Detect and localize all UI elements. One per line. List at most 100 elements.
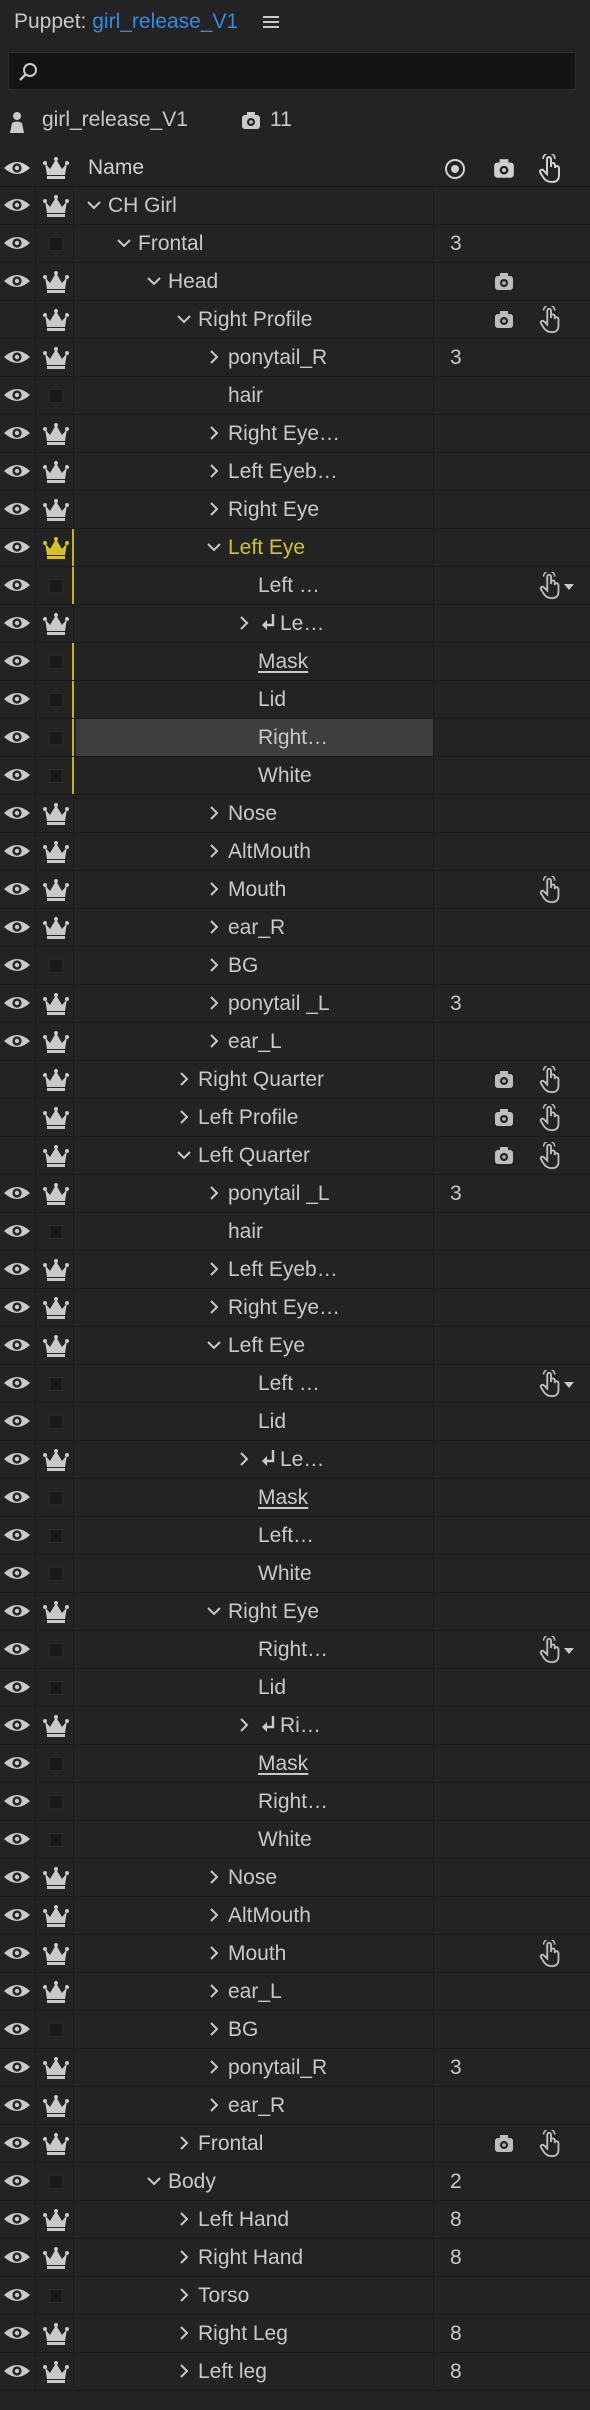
origin-cell[interactable]: 3 xyxy=(434,1175,484,1212)
trigger-cell[interactable] xyxy=(524,301,586,338)
visibility-toggle[interactable] xyxy=(0,1099,36,1136)
origin-cell[interactable] xyxy=(434,1403,484,1440)
origin-cell[interactable] xyxy=(434,529,484,566)
camera-cell[interactable] xyxy=(484,2315,524,2352)
trigger-cell[interactable] xyxy=(524,985,586,1022)
visibility-toggle[interactable] xyxy=(0,1403,36,1440)
chevron-right-icon[interactable] xyxy=(176,2210,192,2228)
visibility-toggle[interactable] xyxy=(0,1289,36,1326)
chevron-down-icon[interactable] xyxy=(146,2172,162,2190)
layer-name-cell[interactable]: Left Hand xyxy=(76,2201,434,2238)
layer-name-cell[interactable]: ear_R xyxy=(76,909,434,946)
visibility-toggle[interactable] xyxy=(0,339,36,376)
independent-toggle[interactable] xyxy=(38,1859,74,1896)
camera-cell[interactable] xyxy=(484,1137,524,1174)
layer-row[interactable]: Left Quarter xyxy=(0,1137,590,1175)
search-input[interactable] xyxy=(8,52,576,90)
origin-cell[interactable] xyxy=(434,947,484,984)
layer-row[interactable]: Left Hand 8 xyxy=(0,2201,590,2239)
independent-toggle[interactable] xyxy=(38,2087,74,2124)
layer-name-cell[interactable]: ponytail _L xyxy=(76,1175,434,1212)
layer-row[interactable]: Right Eye xyxy=(0,1593,590,1631)
origin-cell[interactable] xyxy=(434,1897,484,1934)
independent-toggle[interactable] xyxy=(38,1669,74,1706)
trigger-cell[interactable] xyxy=(524,1251,586,1288)
origin-cell[interactable] xyxy=(434,1023,484,1060)
layer-row[interactable]: Right Leg 8 xyxy=(0,2315,590,2353)
puppet-doc-link[interactable]: girl_release_V1 xyxy=(92,10,238,33)
origin-cell[interactable] xyxy=(434,1745,484,1782)
origin-cell[interactable] xyxy=(434,1061,484,1098)
camera-cell[interactable] xyxy=(484,1859,524,1896)
layer-row[interactable]: White xyxy=(0,757,590,795)
origin-cell[interactable] xyxy=(434,567,484,604)
camera-cell[interactable] xyxy=(484,2353,524,2390)
independent-toggle[interactable] xyxy=(38,263,74,300)
visibility-toggle[interactable] xyxy=(0,1365,36,1402)
independent-toggle[interactable] xyxy=(38,719,74,756)
chevron-right-icon[interactable] xyxy=(176,2248,192,2266)
visibility-toggle[interactable] xyxy=(0,377,36,414)
trigger-cell[interactable] xyxy=(524,225,586,262)
name-column-header[interactable]: Name xyxy=(88,156,144,180)
independent-toggle[interactable] xyxy=(38,187,74,224)
visibility-toggle[interactable] xyxy=(0,2201,36,2238)
layer-row[interactable]: BG xyxy=(0,947,590,985)
camera-cell[interactable] xyxy=(484,377,524,414)
layer-name-cell[interactable]: Right… xyxy=(76,1631,434,1668)
independent-toggle[interactable] xyxy=(38,1517,74,1554)
origin-cell[interactable]: 3 xyxy=(434,339,484,376)
independent-toggle[interactable] xyxy=(38,2353,74,2390)
visibility-toggle[interactable] xyxy=(0,529,36,566)
trigger-cell[interactable] xyxy=(524,2049,586,2086)
layer-row[interactable]: Left… xyxy=(0,1517,590,1555)
trigger-cell[interactable] xyxy=(524,1935,586,1972)
layer-row[interactable]: Mask xyxy=(0,1479,590,1517)
layer-row[interactable]: Left Eye xyxy=(0,529,590,567)
chevron-right-icon[interactable] xyxy=(176,2134,192,2152)
visibility-toggle[interactable] xyxy=(0,2277,36,2314)
layer-row[interactable]: hair xyxy=(0,1213,590,1251)
layer-row[interactable]: Right Eye… xyxy=(0,1289,590,1327)
camera-cell[interactable] xyxy=(484,1669,524,1706)
layer-name-cell[interactable]: ear_R xyxy=(76,2087,434,2124)
layer-name-cell[interactable]: Left Eyeb… xyxy=(76,453,434,490)
independent-toggle[interactable] xyxy=(38,947,74,984)
camera-cell[interactable] xyxy=(484,1821,524,1858)
layer-row[interactable]: Left … xyxy=(0,1365,590,1403)
trigger-cell[interactable] xyxy=(524,1707,586,1744)
independent-toggle[interactable] xyxy=(38,1973,74,2010)
trigger-cell[interactable] xyxy=(524,491,586,528)
origin-cell[interactable] xyxy=(434,2277,484,2314)
layer-row[interactable]: ponytail_R 3 xyxy=(0,339,590,377)
origin-cell[interactable] xyxy=(434,1821,484,1858)
trigger-cell[interactable] xyxy=(524,1897,586,1934)
origin-cell[interactable]: 3 xyxy=(434,2049,484,2086)
camera-cell[interactable] xyxy=(484,1023,524,1060)
layer-row[interactable]: AltMouth xyxy=(0,833,590,871)
independent-toggle[interactable] xyxy=(38,301,74,338)
chevron-right-icon[interactable] xyxy=(206,1906,222,1924)
trigger-cell[interactable] xyxy=(524,1289,586,1326)
chevron-right-icon[interactable] xyxy=(206,1260,222,1278)
camera-cell[interactable] xyxy=(484,1441,524,1478)
layer-row[interactable]: Right Eye xyxy=(0,491,590,529)
trigger-cell[interactable] xyxy=(524,1821,586,1858)
origin-cell[interactable] xyxy=(434,605,484,642)
origin-cell[interactable] xyxy=(434,1859,484,1896)
layer-name-cell[interactable]: CH Girl xyxy=(76,187,434,224)
chevron-right-icon[interactable] xyxy=(236,614,252,632)
origin-cell[interactable] xyxy=(434,1631,484,1668)
chevron-right-icon[interactable] xyxy=(206,1982,222,2000)
camera-cell[interactable] xyxy=(484,1517,524,1554)
independent-toggle[interactable] xyxy=(38,1745,74,1782)
chevron-right-icon[interactable] xyxy=(206,2096,222,2114)
layer-row[interactable]: Right Quarter xyxy=(0,1061,590,1099)
trigger-cell[interactable] xyxy=(524,1593,586,1630)
trigger-cell[interactable] xyxy=(524,263,586,300)
camera-icon[interactable] xyxy=(492,157,516,181)
camera-cell[interactable] xyxy=(484,225,524,262)
trigger-cell[interactable] xyxy=(524,871,586,908)
chevron-right-icon[interactable] xyxy=(206,462,222,480)
camera-cell[interactable] xyxy=(484,2087,524,2124)
